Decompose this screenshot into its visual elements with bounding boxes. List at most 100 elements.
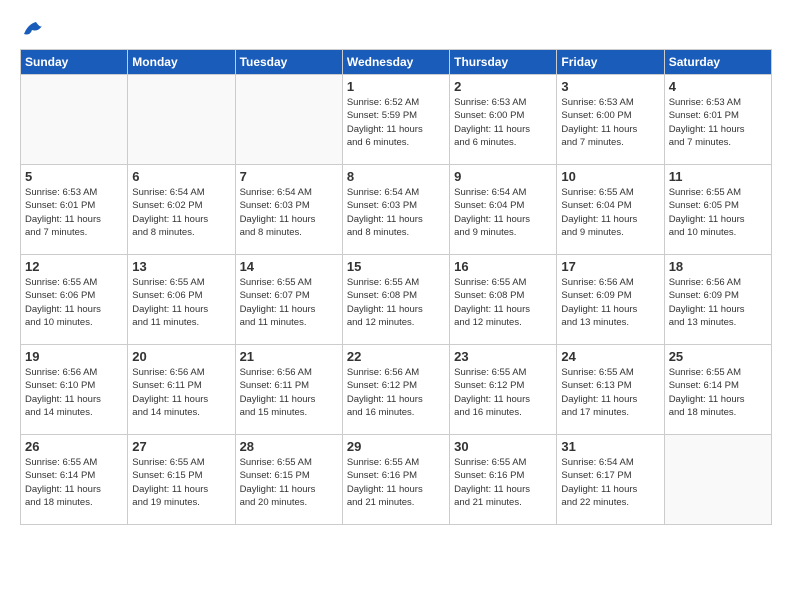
day-number: 24 xyxy=(561,349,659,364)
calendar-cell xyxy=(664,435,771,525)
day-info: Sunrise: 6:53 AM Sunset: 6:01 PM Dayligh… xyxy=(669,96,767,149)
day-info: Sunrise: 6:55 AM Sunset: 6:12 PM Dayligh… xyxy=(454,366,552,419)
calendar-cell: 18 Sunrise: 6:56 AM Sunset: 6:09 PM Dayli… xyxy=(664,255,771,345)
column-header-saturday: Saturday xyxy=(664,50,771,75)
day-info: Sunrise: 6:54 AM Sunset: 6:03 PM Dayligh… xyxy=(240,186,338,239)
day-number: 4 xyxy=(669,79,767,94)
calendar-cell: 3Sunrise: 6:53 AM Sunset: 6:00 PM Daylig… xyxy=(557,75,664,165)
calendar-cell: 1 Sunrise: 6:52 AM Sunset: 5:59 PM Daylig… xyxy=(342,75,449,165)
calendar-week-row: 12 Sunrise: 6:55 AM Sunset: 6:06 PM Dayli… xyxy=(21,255,772,345)
calendar-cell: 8 Sunrise: 6:54 AM Sunset: 6:03 PM Daylig… xyxy=(342,165,449,255)
calendar-cell xyxy=(128,75,235,165)
day-info: Sunrise: 6:56 AM Sunset: 6:12 PM Dayligh… xyxy=(347,366,445,419)
calendar-cell: 15 Sunrise: 6:55 AM Sunset: 6:08 PM Dayli… xyxy=(342,255,449,345)
day-number: 21 xyxy=(240,349,338,364)
calendar-cell: 10 Sunrise: 6:55 AM Sunset: 6:04 PM Dayli… xyxy=(557,165,664,255)
day-info: Sunrise: 6:54 AM Sunset: 6:03 PM Dayligh… xyxy=(347,186,445,239)
day-info: Sunrise: 6:56 AM Sunset: 6:09 PM Dayligh… xyxy=(669,276,767,329)
calendar-cell: 30 Sunrise: 6:55 AM Sunset: 6:16 PM Dayli… xyxy=(450,435,557,525)
calendar-cell xyxy=(21,75,128,165)
column-header-friday: Friday xyxy=(557,50,664,75)
day-number: 22 xyxy=(347,349,445,364)
day-info: Sunrise: 6:55 AM Sunset: 6:05 PM Dayligh… xyxy=(669,186,767,239)
calendar-cell: 7 Sunrise: 6:54 AM Sunset: 6:03 PM Daylig… xyxy=(235,165,342,255)
day-number: 23 xyxy=(454,349,552,364)
calendar-cell: 2Sunrise: 6:53 AM Sunset: 6:00 PM Daylig… xyxy=(450,75,557,165)
day-number: 11 xyxy=(669,169,767,184)
day-number: 12 xyxy=(25,259,123,274)
day-info: Sunrise: 6:52 AM Sunset: 5:59 PM Dayligh… xyxy=(347,96,445,149)
calendar-cell: 25 Sunrise: 6:55 AM Sunset: 6:14 PM Dayli… xyxy=(664,345,771,435)
day-info: Sunrise: 6:55 AM Sunset: 6:14 PM Dayligh… xyxy=(669,366,767,419)
logo-bird-icon xyxy=(22,20,44,43)
day-info: Sunrise: 6:55 AM Sunset: 6:08 PM Dayligh… xyxy=(454,276,552,329)
calendar-cell: 26Sunrise: 6:55 AM Sunset: 6:14 PM Dayli… xyxy=(21,435,128,525)
calendar-cell: 4 Sunrise: 6:53 AM Sunset: 6:01 PM Daylig… xyxy=(664,75,771,165)
calendar-cell: 23 Sunrise: 6:55 AM Sunset: 6:12 PM Dayli… xyxy=(450,345,557,435)
day-info: Sunrise: 6:56 AM Sunset: 6:11 PM Dayligh… xyxy=(240,366,338,419)
column-header-tuesday: Tuesday xyxy=(235,50,342,75)
day-number: 7 xyxy=(240,169,338,184)
day-info: Sunrise: 6:54 AM Sunset: 6:17 PM Dayligh… xyxy=(561,456,659,509)
day-number: 14 xyxy=(240,259,338,274)
day-info: Sunrise: 6:55 AM Sunset: 6:15 PM Dayligh… xyxy=(132,456,230,509)
day-info: Sunrise: 6:56 AM Sunset: 6:11 PM Dayligh… xyxy=(132,366,230,419)
day-info: Sunrise: 6:54 AM Sunset: 6:04 PM Dayligh… xyxy=(454,186,552,239)
column-header-sunday: Sunday xyxy=(21,50,128,75)
day-info: Sunrise: 6:55 AM Sunset: 6:04 PM Dayligh… xyxy=(561,186,659,239)
day-number: 5 xyxy=(25,169,123,184)
day-number: 8 xyxy=(347,169,445,184)
day-number: 15 xyxy=(347,259,445,274)
calendar-cell xyxy=(235,75,342,165)
day-number: 29 xyxy=(347,439,445,454)
day-number: 25 xyxy=(669,349,767,364)
calendar-week-row: 26Sunrise: 6:55 AM Sunset: 6:14 PM Dayli… xyxy=(21,435,772,525)
calendar-cell: 12 Sunrise: 6:55 AM Sunset: 6:06 PM Dayli… xyxy=(21,255,128,345)
calendar-cell: 14 Sunrise: 6:55 AM Sunset: 6:07 PM Dayli… xyxy=(235,255,342,345)
calendar-cell: 16 Sunrise: 6:55 AM Sunset: 6:08 PM Dayli… xyxy=(450,255,557,345)
day-number: 18 xyxy=(669,259,767,274)
day-info: Sunrise: 6:55 AM Sunset: 6:07 PM Dayligh… xyxy=(240,276,338,329)
day-number: 28 xyxy=(240,439,338,454)
calendar-week-row: 19 Sunrise: 6:56 AM Sunset: 6:10 PM Dayli… xyxy=(21,345,772,435)
day-info: Sunrise: 6:56 AM Sunset: 6:10 PM Dayligh… xyxy=(25,366,123,419)
day-info: Sunrise: 6:53 AM Sunset: 6:00 PM Dayligh… xyxy=(454,96,552,149)
column-header-wednesday: Wednesday xyxy=(342,50,449,75)
calendar-table: SundayMondayTuesdayWednesdayThursdayFrid… xyxy=(20,49,772,525)
day-info: Sunrise: 6:53 AM Sunset: 6:01 PM Dayligh… xyxy=(25,186,123,239)
calendar-cell: 5 Sunrise: 6:53 AM Sunset: 6:01 PM Daylig… xyxy=(21,165,128,255)
calendar-cell: 28Sunrise: 6:55 AM Sunset: 6:15 PM Dayli… xyxy=(235,435,342,525)
day-number: 16 xyxy=(454,259,552,274)
day-number: 31 xyxy=(561,439,659,454)
day-number: 26 xyxy=(25,439,123,454)
day-number: 30 xyxy=(454,439,552,454)
day-number: 6 xyxy=(132,169,230,184)
calendar-cell: 21 Sunrise: 6:56 AM Sunset: 6:11 PM Dayli… xyxy=(235,345,342,435)
day-info: Sunrise: 6:55 AM Sunset: 6:08 PM Dayligh… xyxy=(347,276,445,329)
logo xyxy=(20,20,46,39)
column-header-thursday: Thursday xyxy=(450,50,557,75)
calendar-week-row: 1 Sunrise: 6:52 AM Sunset: 5:59 PM Daylig… xyxy=(21,75,772,165)
day-number: 9 xyxy=(454,169,552,184)
calendar-cell: 6Sunrise: 6:54 AM Sunset: 6:02 PM Daylig… xyxy=(128,165,235,255)
day-info: Sunrise: 6:55 AM Sunset: 6:06 PM Dayligh… xyxy=(25,276,123,329)
day-number: 20 xyxy=(132,349,230,364)
day-info: Sunrise: 6:53 AM Sunset: 6:00 PM Dayligh… xyxy=(561,96,659,149)
calendar-cell: 20 Sunrise: 6:56 AM Sunset: 6:11 PM Dayli… xyxy=(128,345,235,435)
column-header-monday: Monday xyxy=(128,50,235,75)
day-number: 1 xyxy=(347,79,445,94)
day-info: Sunrise: 6:55 AM Sunset: 6:16 PM Dayligh… xyxy=(454,456,552,509)
calendar-cell: 22 Sunrise: 6:56 AM Sunset: 6:12 PM Dayli… xyxy=(342,345,449,435)
day-number: 13 xyxy=(132,259,230,274)
calendar-cell: 27 Sunrise: 6:55 AM Sunset: 6:15 PM Dayli… xyxy=(128,435,235,525)
day-number: 19 xyxy=(25,349,123,364)
calendar-cell: 19 Sunrise: 6:56 AM Sunset: 6:10 PM Dayli… xyxy=(21,345,128,435)
calendar-cell: 9 Sunrise: 6:54 AM Sunset: 6:04 PM Daylig… xyxy=(450,165,557,255)
day-number: 27 xyxy=(132,439,230,454)
day-info: Sunrise: 6:55 AM Sunset: 6:16 PM Dayligh… xyxy=(347,456,445,509)
calendar-cell: 31 Sunrise: 6:54 AM Sunset: 6:17 PM Dayli… xyxy=(557,435,664,525)
day-number: 10 xyxy=(561,169,659,184)
day-info: Sunrise: 6:55 AM Sunset: 6:13 PM Dayligh… xyxy=(561,366,659,419)
calendar-cell: 17Sunrise: 6:56 AM Sunset: 6:09 PM Dayli… xyxy=(557,255,664,345)
day-info: Sunrise: 6:56 AM Sunset: 6:09 PM Dayligh… xyxy=(561,276,659,329)
